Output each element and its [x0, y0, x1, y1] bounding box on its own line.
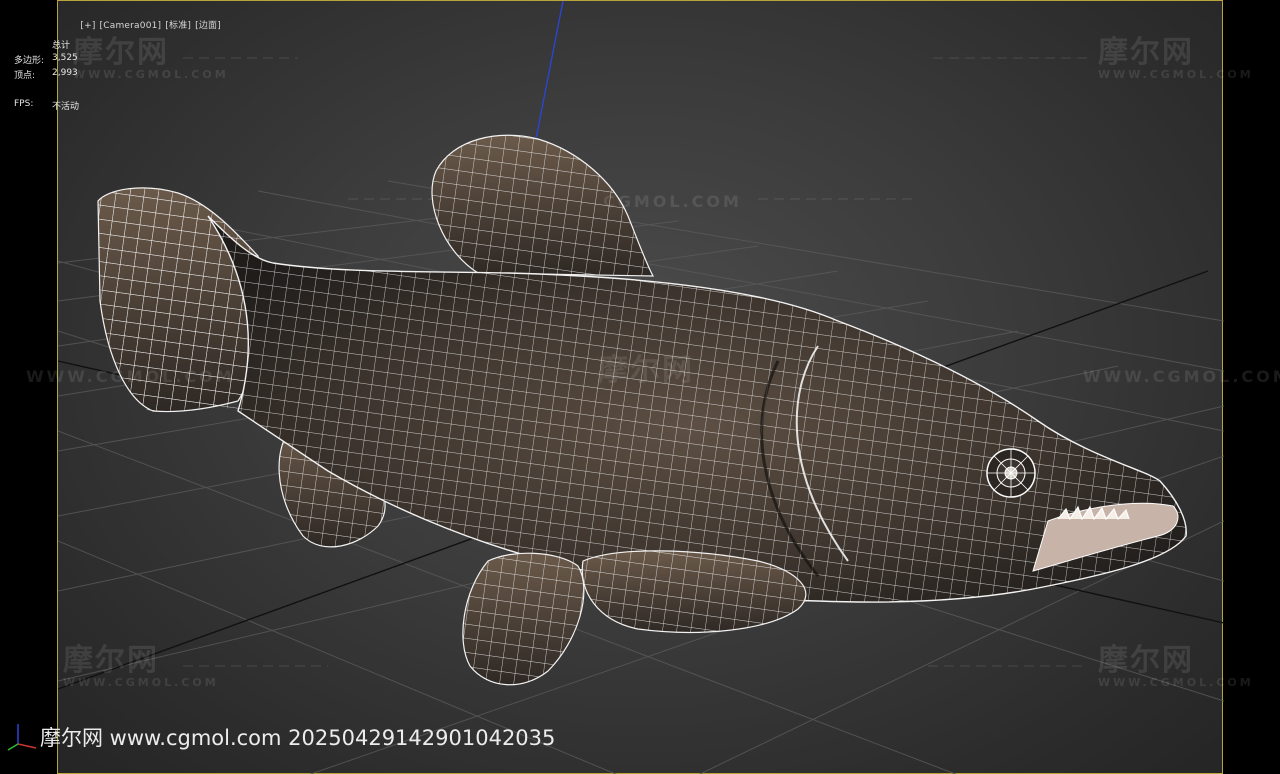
footer-watermark-text: 摩尔网 www.cgmol.com 20250429142901042035 [40, 726, 556, 750]
viewport-shading-menu[interactable]: [标准] [165, 21, 191, 31]
watermark-domain: WWW.CGMOL.COM [1098, 68, 1254, 81]
app-window: [+] [Camera001] [标准] [边面] 摩尔网 WWW.CGMOL.COM… [0, 0, 1280, 774]
vertices-label: 顶点: [14, 71, 36, 81]
vertices-value: 2,993 [52, 68, 78, 78]
watermark-center: 摩尔网 [598, 355, 694, 387]
watermark-top-right: 摩尔网 WWW.CGMOL.COM [1098, 37, 1254, 81]
watermark-brand: 摩尔网 [73, 35, 169, 70]
watermark-domain: WWW.CGMOL.COM [1098, 676, 1254, 689]
polygons-value: 3,525 [52, 53, 78, 63]
viewport-menu-plus[interactable]: [+] [80, 21, 95, 31]
viewport-camera-menu[interactable]: [Camera001] [100, 21, 162, 31]
watermark-top-left: 摩尔网 WWW.CGMOL.COM [73, 37, 229, 81]
watermark-brand: 摩尔网 [1098, 35, 1194, 70]
axis-gizmo-icon [7, 724, 37, 751]
fish-model[interactable] [58, 134, 1224, 686]
viewport-edges-menu[interactable]: [边面] [195, 21, 221, 31]
camera-viewport[interactable]: [+] [Camera001] [标准] [边面] 摩尔网 WWW.CGMOL.COM… [26, 0, 1280, 774]
watermark-brand: 摩尔网 [598, 353, 694, 388]
watermark-bottom-left: 摩尔网 WWW.CGMOL.COM [63, 645, 219, 689]
watermark-domain: WWW.CGMOL.COM [73, 68, 229, 81]
fps-value: 不活动 [52, 102, 80, 112]
watermark-line-mid: CGMOL.COM [603, 192, 742, 211]
watermark-brand: 摩尔网 [1098, 643, 1194, 678]
watermark-line-right: WWW.CGMOL.COM [1083, 367, 1280, 386]
fps-label: FPS: [14, 99, 34, 109]
watermark-bottom-right: 摩尔网 WWW.CGMOL.COM [1098, 645, 1254, 689]
polygons-label: 多边形: [14, 56, 45, 66]
watermark-domain: WWW.CGMOL.COM [63, 676, 219, 689]
stats-header: 总计 [52, 41, 71, 51]
watermark-brand: 摩尔网 [63, 643, 159, 678]
watermark-line-left: WWW.CGMOL.COM [26, 367, 235, 386]
